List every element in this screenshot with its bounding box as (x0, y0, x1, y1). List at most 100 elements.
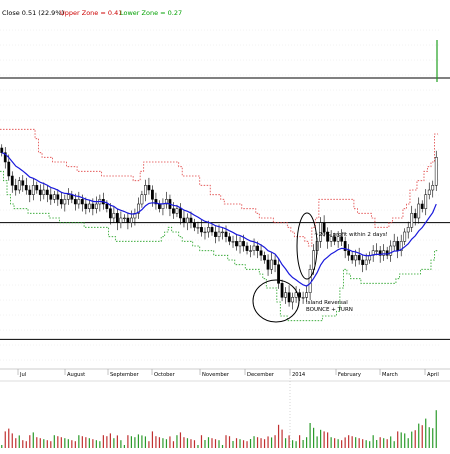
volume-bar (404, 433, 406, 448)
volume-bar (74, 441, 76, 448)
volume-bar (144, 436, 147, 448)
candle-body (140, 194, 144, 205)
candle-body (10, 175, 14, 186)
volume-bar (1, 445, 3, 448)
candle-body (123, 217, 126, 220)
volume-bar (341, 440, 343, 448)
volume-bar (211, 438, 213, 448)
candle-body (228, 236, 231, 242)
candle-body (392, 241, 396, 247)
candle-body (203, 231, 207, 234)
volume-bar (29, 435, 31, 448)
candle-body (214, 231, 217, 237)
candle-body (59, 199, 63, 205)
candle-body (270, 259, 273, 270)
candle-body (66, 194, 70, 200)
volume-bar (435, 410, 437, 448)
moving-average (1, 152, 437, 287)
candle-body (94, 203, 98, 209)
volume-bar (249, 439, 252, 448)
volume-bar (214, 439, 217, 448)
volume-bar (246, 441, 248, 448)
candle-body (87, 203, 91, 209)
month-label: November (202, 372, 230, 378)
volume-bar (207, 437, 210, 448)
profit-annotation: ~20% profit within 2 days! (314, 232, 388, 238)
volume-bar (414, 430, 416, 448)
volume-bar (327, 432, 329, 448)
candle-body (287, 292, 291, 303)
volume-bar (18, 435, 20, 448)
volume-bar (183, 437, 185, 448)
volume-bar (193, 440, 196, 448)
volume-bar (369, 441, 371, 448)
candle-body (322, 222, 326, 233)
candle-body (147, 185, 151, 191)
candle-body (242, 241, 245, 247)
volume-bar (425, 418, 427, 448)
candle-body (294, 292, 298, 298)
month-label: September (110, 372, 140, 378)
candle-body (196, 227, 200, 229)
volume-bar (123, 445, 125, 448)
volume-bar (365, 440, 367, 448)
candle-body (396, 241, 400, 251)
candle-body (382, 250, 386, 256)
volume-bar (390, 436, 392, 448)
volume-bar (158, 437, 161, 448)
volume-bar (242, 440, 245, 448)
volume-bar (348, 435, 350, 448)
header-lower-zone-label: Lower Zone = 0.27 (120, 9, 182, 17)
month-label: December (247, 372, 275, 378)
candle-body (357, 255, 361, 261)
volume-bar (116, 435, 118, 448)
candle-body (17, 180, 21, 191)
volume-bar (397, 431, 399, 448)
volume-bar (334, 438, 336, 448)
volume-bar (109, 433, 111, 448)
volume-bar (421, 425, 423, 448)
candle-body (200, 227, 203, 233)
volume-bar (67, 439, 69, 448)
candle-body (38, 189, 42, 195)
candle-body (186, 217, 189, 223)
volume-bar (137, 434, 140, 448)
volume-bar (92, 439, 94, 448)
candle-body (256, 245, 259, 251)
volume-bar (57, 436, 59, 448)
candle-body (91, 203, 95, 209)
candle-body (231, 241, 235, 243)
volume-bar (11, 433, 13, 448)
candle-body (42, 189, 46, 195)
candle-body (193, 222, 196, 228)
x-axis: Jul August September October November Decembe… (0, 368, 450, 378)
candle-body (84, 203, 88, 209)
volume-bar (281, 429, 283, 448)
volume-bar (235, 438, 238, 448)
candle-body (301, 297, 305, 299)
volume-bar (50, 441, 52, 448)
header-close-label: Close 0.51 (22.9%) (2, 9, 64, 17)
candle-body (266, 259, 270, 270)
volume-bar (379, 437, 381, 448)
volume-bar (88, 438, 90, 448)
volume-bar (81, 436, 83, 448)
candle-body (175, 208, 179, 214)
volume-bar (393, 441, 395, 448)
candle-body (259, 250, 263, 256)
candle-body (179, 208, 182, 219)
volume-bar (179, 432, 182, 448)
candle-body (151, 189, 154, 200)
volume-bar (120, 440, 122, 448)
candle-body (35, 185, 39, 191)
volume-bar (39, 438, 41, 448)
volume-bar (316, 436, 318, 448)
candle-body (189, 217, 193, 223)
candle-body (424, 194, 428, 209)
candle-body (375, 250, 379, 252)
candle-body (350, 255, 354, 261)
candle-body (245, 245, 249, 251)
volume-bar (277, 424, 280, 448)
volume-bar (4, 431, 6, 448)
candle-body (45, 189, 49, 195)
